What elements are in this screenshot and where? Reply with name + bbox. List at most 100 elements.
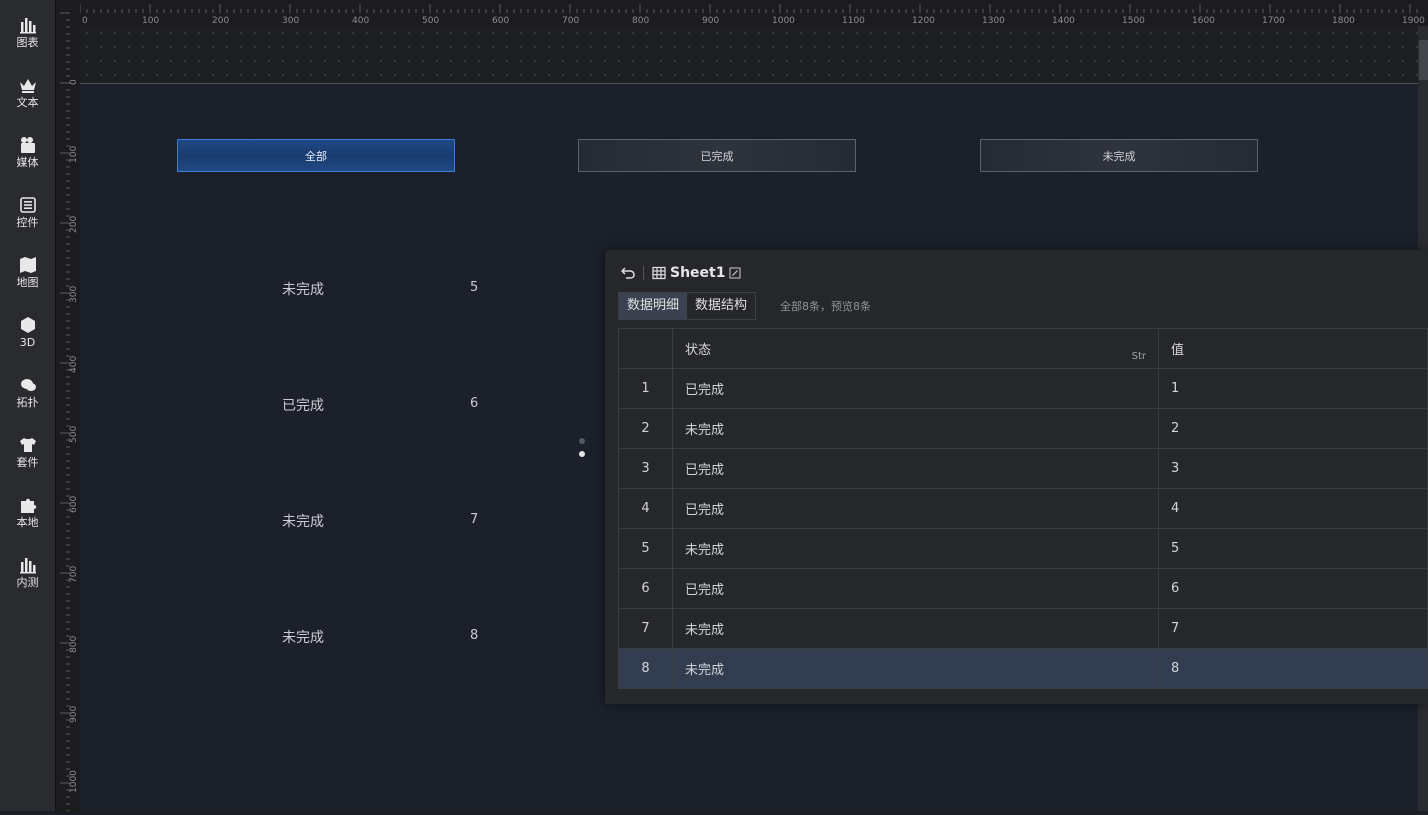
column-header-value[interactable]: 值 [1158, 328, 1428, 369]
page-dot-active[interactable] [579, 451, 585, 457]
table-row-selected[interactable]: 8 未完成 8 [618, 648, 1428, 689]
sidebar-item-topology[interactable]: 拓扑 [0, 366, 55, 418]
cell-status[interactable]: 未完成 [672, 608, 1159, 649]
column-header-status[interactable]: 状态 Str [672, 328, 1159, 369]
cell-value[interactable]: 6 [1158, 568, 1428, 609]
sidebar-item-text[interactable]: 文本 [0, 66, 55, 118]
cell-value[interactable]: 4 [1158, 488, 1428, 529]
table-icon [652, 266, 666, 280]
edit-icon[interactable] [729, 267, 741, 279]
sidebar-item-label: 图表 [16, 35, 39, 49]
row-index: 1 [618, 368, 673, 409]
index-column-header [618, 328, 673, 369]
sidebar-item-beta[interactable]: 内测 [0, 546, 55, 598]
filter-undone-button[interactable]: 未完成 [980, 139, 1258, 172]
media-icon [20, 136, 35, 153]
ruler-label: 1300 [982, 16, 1005, 26]
row-index: 4 [618, 488, 673, 529]
ruler-label: 300 [69, 286, 79, 303]
canvas-margin [80, 26, 1420, 84]
sidebar-item-local[interactable]: 本地 [0, 486, 55, 538]
filter-done-button[interactable]: 已完成 [578, 139, 856, 172]
row-index: 8 [618, 648, 673, 689]
ruler-label: 800 [69, 636, 79, 653]
ruler-label: 1500 [1122, 16, 1145, 26]
sidebar-item-3d[interactable]: 3D [0, 306, 55, 358]
cell-status[interactable]: 未完成 [672, 528, 1159, 569]
page-dot[interactable] [579, 438, 585, 444]
table-row[interactable]: 5 未完成 5 [618, 528, 1428, 569]
list-item-value: 5 [470, 280, 479, 295]
ruler-label: 700 [69, 566, 79, 583]
sidebar-item-label: 地图 [16, 275, 39, 289]
ruler-label: 200 [212, 16, 229, 26]
cube-icon [20, 316, 35, 333]
data-preview-panel: Sheet1 数据明细 数据结构 全部8条，预览8条 状态 Str 值 1 已完… [605, 250, 1428, 704]
data-table: 状态 Str 值 1 已完成 1 2 未完成 2 3 已完成 3 4 已完成 4… [618, 328, 1428, 689]
sidebar-item-kit[interactable]: 套件 [0, 426, 55, 478]
sidebar-item-controls[interactable]: 控件 [0, 186, 55, 238]
cell-status[interactable]: 已完成 [672, 368, 1159, 409]
table-row[interactable]: 2 未完成 2 [618, 408, 1428, 449]
vertical-ruler[interactable]: 0 100 200 300 400 500 600 700 800 900 1000 [56, 0, 81, 812]
sidebar-item-label: 拓扑 [16, 395, 39, 409]
ruler-label: 600 [492, 16, 509, 26]
ruler-label: 900 [702, 16, 719, 26]
list-item-value: 6 [470, 396, 479, 411]
column-type-tag: Str [1131, 351, 1146, 362]
bar-chart-icon [19, 557, 36, 573]
list-icon [19, 196, 36, 213]
puzzle-icon [20, 498, 36, 513]
cell-value[interactable]: 2 [1158, 408, 1428, 449]
preview-count-info: 全部8条，预览8条 [780, 300, 871, 313]
ruler-label: 1400 [1052, 16, 1075, 26]
sidebar-item-label: 内测 [16, 575, 39, 589]
ruler-label: 100 [69, 146, 79, 163]
sidebar-item-label: 本地 [16, 515, 39, 529]
sidebar-item-label: 3D [19, 335, 36, 349]
cell-status[interactable]: 已完成 [672, 568, 1159, 609]
ruler-label: 800 [632, 16, 649, 26]
cell-status[interactable]: 已完成 [672, 448, 1159, 489]
cloud-icon [20, 378, 36, 391]
sidebar-item-map[interactable]: 地图 [0, 246, 55, 298]
undo-icon[interactable] [621, 266, 635, 280]
sidebar-item-label: 套件 [16, 455, 39, 469]
cell-value[interactable]: 7 [1158, 608, 1428, 649]
ruler-label: 0 [69, 79, 79, 85]
table-row[interactable]: 4 已完成 4 [618, 488, 1428, 529]
row-index: 7 [618, 608, 673, 649]
list-item-value: 7 [470, 512, 479, 527]
tab-data-structure[interactable]: 数据结构 [687, 293, 755, 319]
cell-status[interactable]: 未完成 [672, 648, 1159, 689]
cell-value[interactable]: 5 [1158, 528, 1428, 569]
table-row[interactable]: 7 未完成 7 [618, 608, 1428, 649]
cell-value[interactable]: 8 [1158, 648, 1428, 689]
shirt-icon [19, 437, 36, 452]
row-index: 5 [618, 528, 673, 569]
sidebar-item-label: 控件 [16, 215, 39, 229]
table-row[interactable]: 3 已完成 3 [618, 448, 1428, 489]
table-row[interactable]: 6 已完成 6 [618, 568, 1428, 609]
ruler-label: 1800 [1332, 16, 1355, 26]
scrollbar-thumb[interactable] [1419, 40, 1428, 80]
row-index: 2 [618, 408, 673, 449]
filter-all-button[interactable]: 全部 [177, 139, 455, 172]
sidebar-item-media[interactable]: 媒体 [0, 126, 55, 178]
tab-data-detail[interactable]: 数据明细 [619, 293, 688, 319]
column-header-label: 状态 [685, 343, 712, 358]
list-item-status: 已完成 [282, 398, 324, 414]
cell-status[interactable]: 未完成 [672, 408, 1159, 449]
list-item-status: 未完成 [282, 282, 324, 298]
horizontal-ruler[interactable]: 0 100 200 300 400 500 600 700 800 900 1000 1100 1200… [79, 0, 1428, 27]
header-divider [643, 266, 644, 280]
ruler-label: 0 [82, 16, 88, 26]
table-row[interactable]: 1 已完成 1 [618, 368, 1428, 409]
row-index: 6 [618, 568, 673, 609]
cell-status[interactable]: 已完成 [672, 488, 1159, 529]
sidebar-item-chart[interactable]: 图表 [0, 6, 55, 58]
cell-value[interactable]: 3 [1158, 448, 1428, 489]
cell-value[interactable]: 1 [1158, 368, 1428, 409]
ruler-label: 900 [69, 706, 79, 723]
ruler-label: 700 [562, 16, 579, 26]
